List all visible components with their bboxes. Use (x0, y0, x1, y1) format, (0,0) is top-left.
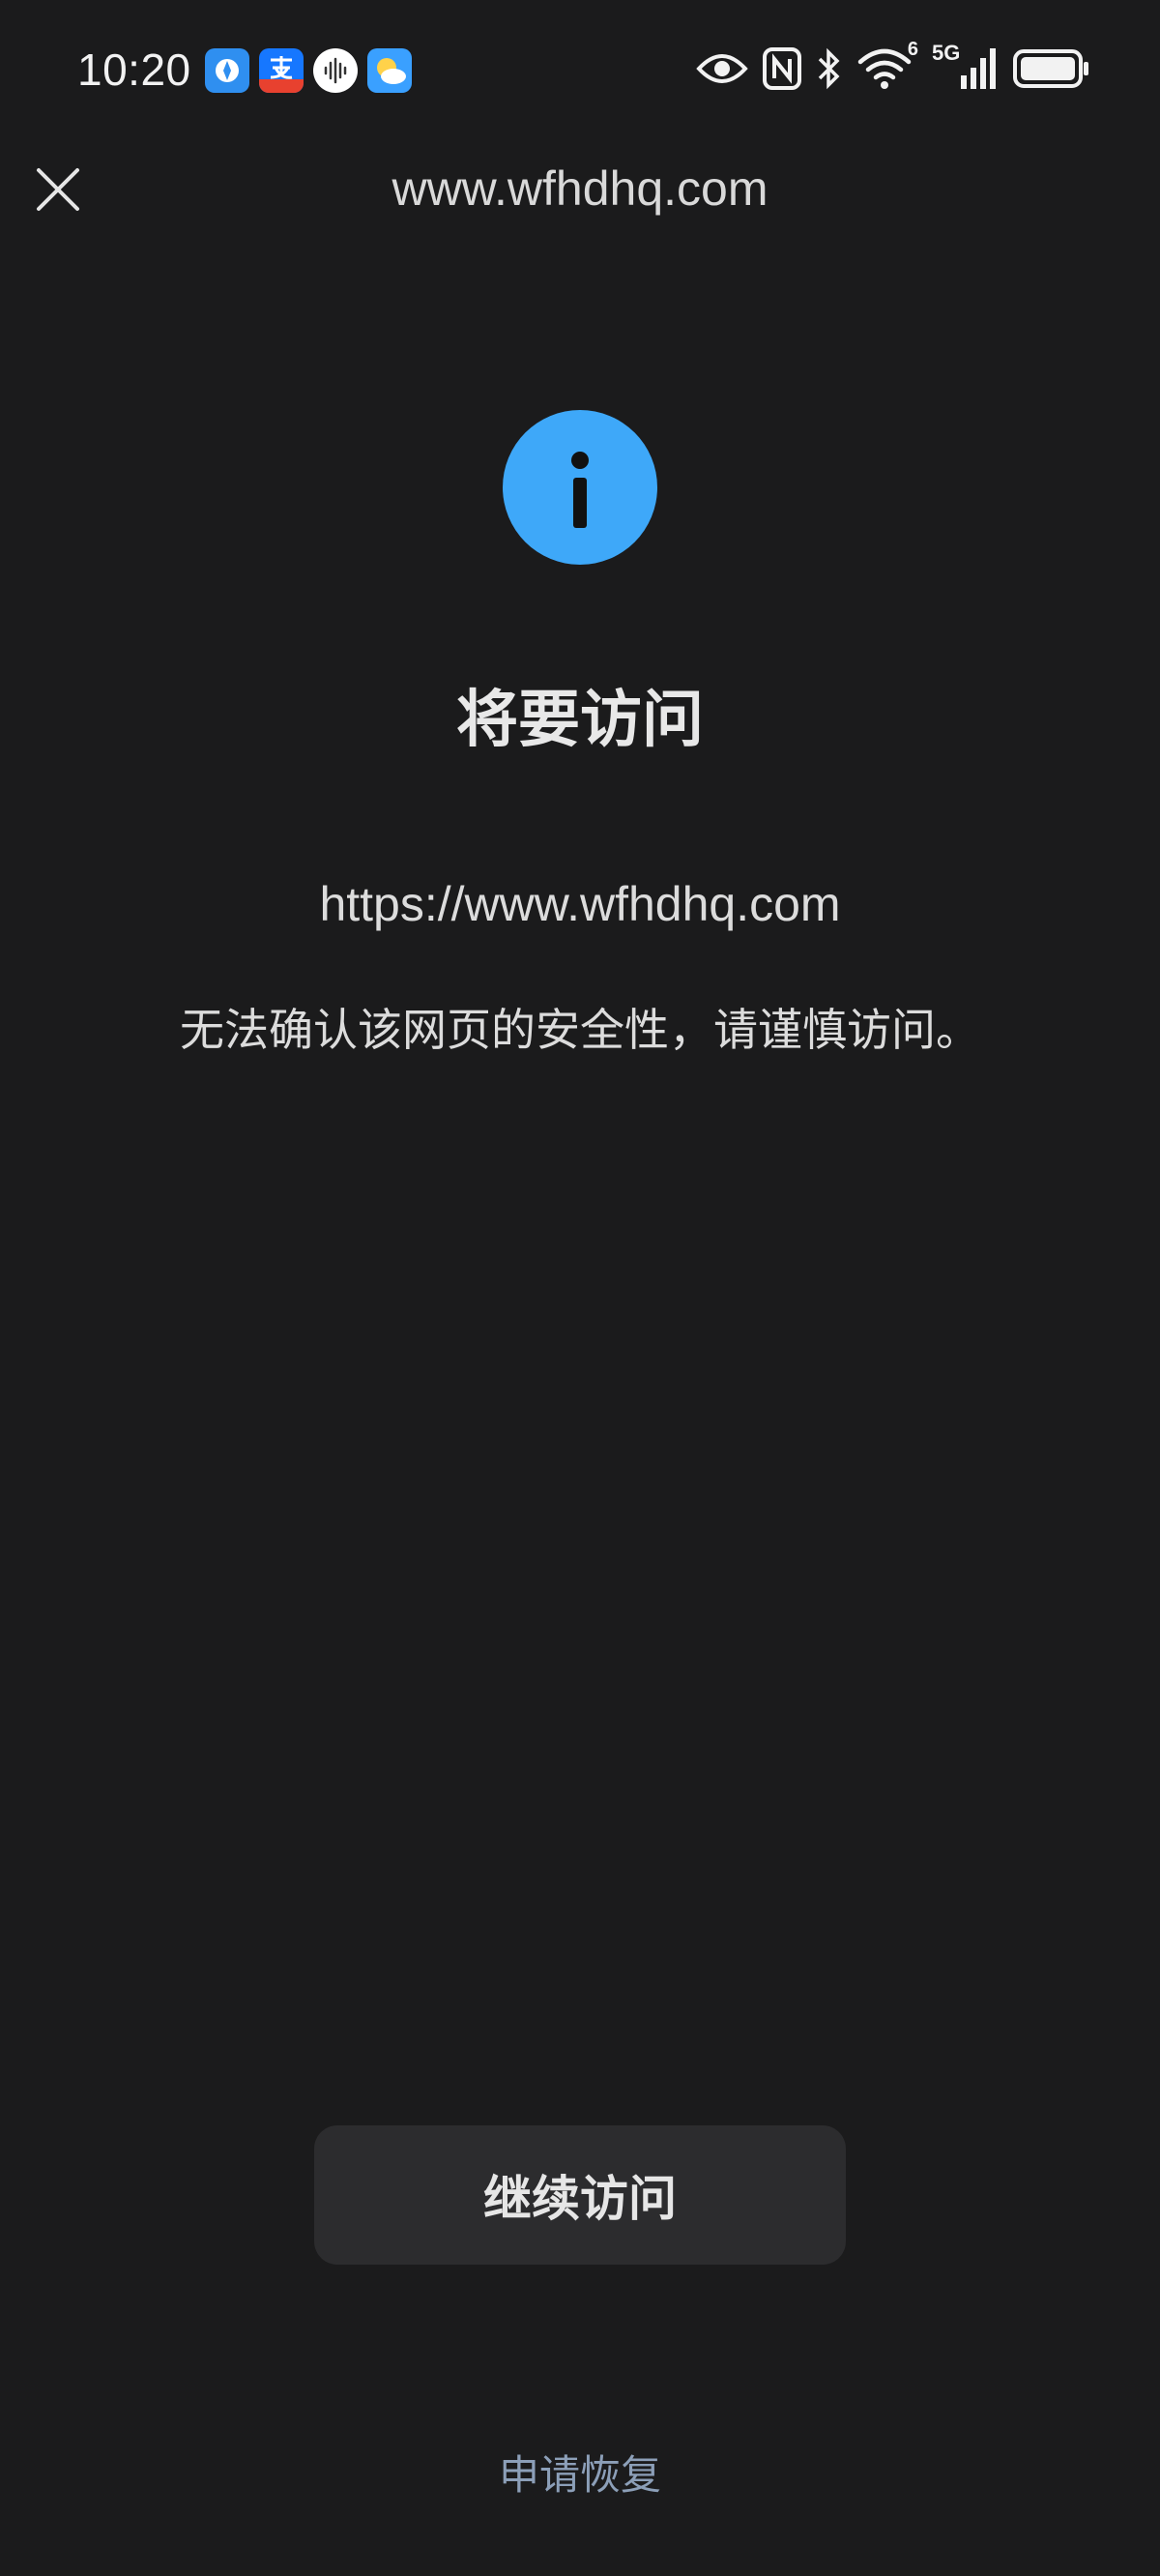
restore-link[interactable]: 申请恢复 (0, 2444, 1160, 2506)
wifi-indicator: 6 (856, 39, 918, 91)
battery-icon (1013, 49, 1088, 88)
warning-text: 无法确认该网页的安全性，请谨慎访问。 (180, 1004, 980, 1056)
notification-icons (205, 48, 412, 93)
page-title: www.wfhdhq.com (392, 161, 768, 216)
weather-icon (367, 48, 412, 93)
alipay-icon (259, 48, 304, 93)
heading: 将要访问 (456, 685, 704, 756)
wifi-icon (857, 48, 912, 89)
browser-app-icon (205, 48, 249, 93)
top-bar: www.wfhdhq.com (0, 145, 1160, 232)
info-icon (503, 410, 657, 565)
nfc-icon (763, 47, 801, 90)
wifi-badge: 6 (907, 39, 918, 60)
system-icons: 6 5G (696, 39, 1090, 91)
bluetooth-icon (818, 47, 840, 90)
continue-button[interactable]: 继续访问 (314, 2125, 846, 2265)
voice-assistant-icon (313, 48, 358, 93)
status-time: 10:20 (77, 44, 191, 95)
signal-5g-icon (961, 48, 996, 89)
url-text: https://www.wfhdhq.com (319, 877, 841, 931)
cellular-indicator: 5G (932, 41, 1000, 91)
status-bar: 10:20 6 5G (0, 0, 1160, 145)
eye-comfort-icon (696, 54, 748, 83)
